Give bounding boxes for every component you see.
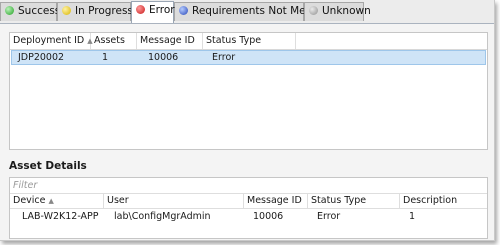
status-type-cell: Error [212, 52, 236, 63]
status-tab-bar: Success In Progress Error Requirements N… [0, 0, 494, 24]
sort-ascending-icon: ▲ [48, 197, 54, 205]
tab-error-label: Error [149, 4, 175, 16]
tab-unknown[interactable]: Unknown [304, 2, 371, 21]
deployment-grid: Deployment ID ▲ Assets Message ID Status … [9, 32, 488, 150]
unknown-status-icon [309, 6, 318, 15]
column-header-message-id[interactable]: Message ID [137, 33, 203, 49]
column-header-message-id[interactable]: Message ID [244, 194, 308, 208]
tab-requirements-not-met-label: Requirements Not Met [192, 5, 310, 17]
assets-cell: 1 [102, 52, 109, 63]
deployment-id-cell: JDP20002 [18, 52, 65, 63]
filter-bar: Filter [10, 178, 487, 194]
column-header-deployment-id[interactable]: Deployment ID ▲ [10, 33, 93, 49]
status-type-cell: Error [317, 211, 341, 222]
message-id-cell: 10006 [148, 52, 179, 63]
column-header-device[interactable]: Device ▲ [10, 194, 104, 208]
requirements-not-met-status-icon [179, 6, 188, 15]
column-header-status-type[interactable]: Status Type [308, 194, 400, 208]
tab-in-progress-label: In Progress [75, 5, 133, 17]
error-status-icon [136, 5, 145, 14]
tab-requirements-not-met[interactable]: Requirements Not Met [174, 2, 310, 21]
message-id-cell: 10006 [253, 211, 284, 222]
column-header-device-label: Device [13, 195, 46, 206]
column-header-user[interactable]: User [104, 194, 244, 208]
user-cell: lab\ConfigMgrAdmin [114, 211, 211, 222]
column-header-description[interactable]: Description [400, 194, 487, 208]
table-row[interactable]: JDP20002 1 10006 Error [11, 50, 486, 65]
tab-success[interactable]: Success [0, 2, 61, 21]
asset-details-title: Asset Details [9, 160, 87, 172]
tab-in-progress[interactable]: In Progress [57, 2, 133, 21]
error-tab-content: Deployment ID ▲ Assets Message ID Status … [0, 24, 494, 240]
column-header-assets[interactable]: Assets [91, 33, 137, 49]
in-progress-status-icon [62, 6, 71, 15]
asset-details-grid: Filter Device ▲ User Message ID Status Ty… [9, 177, 488, 239]
filter-input[interactable]: Filter [13, 178, 37, 193]
deployment-status-window: Success In Progress Error Requirements N… [0, 0, 495, 241]
table-row[interactable]: LAB-W2K12-APP lab\ConfigMgrAdmin 10006 E… [10, 209, 487, 225]
description-cell: 1 [409, 211, 416, 222]
asset-details-header: Device ▲ User Message ID Status Type Desc… [10, 194, 487, 209]
success-status-icon [5, 6, 14, 15]
device-cell: LAB-W2K12-APP [22, 211, 99, 222]
tab-success-label: Success [18, 5, 61, 17]
column-header-status-type[interactable]: Status Type [203, 33, 296, 49]
column-header-deployment-id-label: Deployment ID [13, 35, 85, 46]
deployment-grid-header: Deployment ID ▲ Assets Message ID Status … [10, 33, 487, 50]
tab-error[interactable]: Error [131, 1, 175, 23]
tab-unknown-label: Unknown [322, 5, 371, 17]
